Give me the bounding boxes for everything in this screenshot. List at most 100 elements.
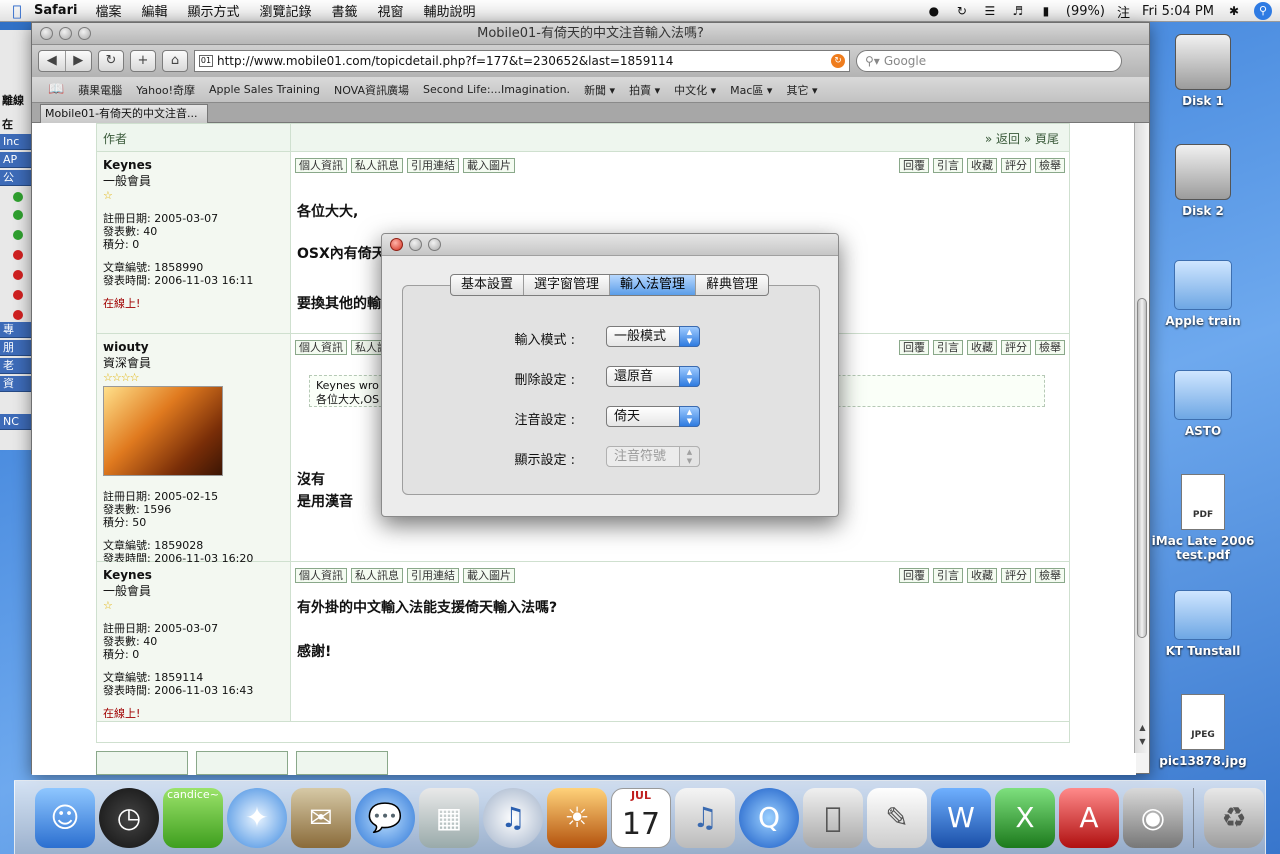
word-icon[interactable]: W (931, 787, 991, 848)
iphoto-icon[interactable]: ☀ (547, 787, 607, 848)
address-bar[interactable]: 01 http://www.mobile01.com/topicdetail.p… (194, 50, 850, 72)
profile-button[interactable]: 個人資訊 (295, 568, 347, 583)
avatar[interactable] (103, 386, 223, 476)
tab-dictionary[interactable]: 辭典管理 (696, 275, 768, 295)
menu-window[interactable]: 視窗 (378, 1, 404, 20)
close-button[interactable] (40, 27, 53, 40)
search-field[interactable]: ⚲▾ Google (856, 50, 1122, 72)
load-images-button[interactable]: 載入圖片 (463, 568, 515, 583)
mail-icon[interactable]: ✉ (291, 787, 351, 848)
reload-icon[interactable]: ↻ (98, 50, 124, 72)
report-button[interactable]: 檢舉 (1035, 568, 1065, 583)
reply-button[interactable]: 回覆 (899, 158, 929, 173)
vertical-scrollbar[interactable]: ▲ ▼ (1134, 123, 1149, 753)
add-bookmark-icon[interactable]: + (130, 50, 156, 72)
quote-button[interactable]: 引言 (933, 158, 963, 173)
bg-list-row[interactable]: 資 (0, 376, 34, 392)
spotlight-icon[interactable]: ⚲ (1254, 2, 1272, 20)
bookmark-menu[interactable]: 拍賣 ▾ (629, 82, 660, 98)
itunes-icon[interactable]: ♫ (483, 787, 543, 848)
post-username[interactable]: wiouty (103, 340, 284, 354)
bookmark-menu[interactable]: 新聞 ▾ (584, 82, 615, 98)
bookmark-item[interactable]: NOVA資訊廣場 (334, 82, 409, 98)
bg-list-row[interactable]: 老 (0, 358, 34, 374)
thread-nav-links[interactable]: » 返回 » 頁尾 (291, 124, 1069, 151)
menu-view[interactable]: 顯示方式 (187, 1, 239, 20)
desktop-icon-disk1[interactable]: Disk 1 (1148, 34, 1258, 108)
bg-list-row[interactable]: 專 (0, 322, 34, 338)
bookmark-menu[interactable]: Mac區 ▾ (730, 82, 772, 98)
im-client-icon[interactable]: candice~ (163, 787, 223, 848)
link-button[interactable]: 引用連結 (407, 568, 459, 583)
photo-booth-icon[interactable]: ◉ (1123, 787, 1183, 848)
input-method-icon[interactable]: 注 (1117, 2, 1130, 21)
apple-menu-icon[interactable]:  (0, 2, 34, 20)
remote-desktop-icon[interactable]: ▦ (419, 787, 479, 848)
ichat-icon[interactable]: 💬 (355, 787, 415, 848)
browser-tab[interactable]: Mobile01-有倚天的中文注音... (40, 104, 208, 123)
tab-candidate-window[interactable]: 選字窗管理 (524, 275, 611, 295)
dialog-close-button[interactable] (390, 238, 403, 251)
menu-app-name[interactable]: Safari (34, 3, 77, 18)
reply-button[interactable]: 回覆 (899, 568, 929, 583)
dialog-zoom-button[interactable] (428, 238, 441, 251)
excel-icon[interactable]: X (995, 787, 1055, 848)
bg-list-row[interactable]: 朋 (0, 340, 34, 356)
favorite-button[interactable]: 收藏 (967, 158, 997, 173)
dashboard-icon[interactable]: ◷ (99, 787, 159, 848)
delete-setting-select[interactable]: 還原音 ▲ ▼ (606, 366, 700, 387)
post-username[interactable]: Keynes (103, 158, 284, 172)
home-icon[interactable]: ⌂ (162, 50, 188, 72)
scrollbar-thumb[interactable] (1137, 298, 1147, 638)
desktop-icon-asto[interactable]: ASTO (1148, 364, 1258, 438)
bg-list-row[interactable]: NC (0, 414, 34, 430)
trash-icon[interactable]: ♻ (1204, 787, 1264, 848)
avatar-status-icon[interactable]: ● (926, 4, 942, 18)
wifi-icon[interactable]: ☰ (982, 4, 998, 18)
reply-topic-button[interactable] (296, 751, 388, 775)
post-username[interactable]: Keynes (103, 568, 284, 582)
bookmark-menu[interactable]: 其它 ▾ (786, 82, 817, 98)
favorite-button[interactable]: 收藏 (967, 568, 997, 583)
ical-icon[interactable]: JUL 17 (611, 787, 671, 848)
bg-list-row[interactable]: 公 (0, 170, 34, 186)
window-titlebar[interactable]: Mobile01-有倚天的中文注音輸入法嗎? (32, 23, 1149, 45)
sync-icon[interactable]: ↻ (954, 4, 970, 18)
dialog-minimize-button[interactable] (409, 238, 422, 251)
bookmark-item[interactable]: Apple Sales Training (209, 83, 320, 96)
zoom-button[interactable] (78, 27, 91, 40)
private-message-button[interactable]: 私人訊息 (351, 158, 403, 173)
quote-button[interactable]: 引言 (933, 340, 963, 355)
bookmark-item[interactable]: 蘋果電腦 (78, 82, 122, 98)
back-arrow-icon[interactable]: ◀ (39, 51, 66, 71)
menu-history[interactable]: 瀏覽記錄 (259, 1, 311, 20)
rate-button[interactable]: 評分 (1001, 340, 1031, 355)
tab-input-method[interactable]: 輸入法管理 (610, 275, 697, 295)
menu-file[interactable]: 檔案 (95, 1, 121, 20)
bg-list-row[interactable]: Inc (0, 134, 34, 150)
rate-button[interactable]: 評分 (1001, 568, 1031, 583)
acrobat-icon[interactable]: A (1059, 787, 1119, 848)
report-button[interactable]: 檢舉 (1035, 340, 1065, 355)
menu-bookmarks[interactable]: 書籤 (332, 1, 358, 20)
rate-button[interactable]: 評分 (1001, 158, 1031, 173)
menu-clock[interactable]: Fri 5:04 PM (1142, 4, 1214, 19)
volume-icon[interactable]: ♬ (1010, 4, 1026, 18)
desktop-icon-kt-tunstall[interactable]: KT Tunstall (1148, 584, 1258, 658)
quicktime-icon[interactable]: Q (739, 787, 799, 848)
input-mode-select[interactable]: 一般模式 ▲ ▼ (606, 326, 700, 347)
ipod-icon[interactable]: ♫ (675, 787, 735, 848)
bluetooth-icon[interactable]: ✱ (1226, 4, 1242, 18)
battery-percent[interactable]: (99%) (1066, 4, 1105, 19)
menu-edit[interactable]: 編輯 (141, 1, 167, 20)
address-url[interactable]: http://www.mobile01.com/topicdetail.php?… (217, 54, 831, 68)
profile-button[interactable]: 個人資訊 (295, 158, 347, 173)
safari-icon[interactable]: ✦ (227, 787, 287, 848)
bg-list-row[interactable]: AP (0, 152, 34, 168)
new-topic-button[interactable] (96, 751, 188, 775)
desktop-icon-disk2[interactable]: Disk 2 (1148, 144, 1258, 218)
profile-button[interactable]: 個人資訊 (295, 340, 347, 355)
tab-basic-settings[interactable]: 基本設置 (451, 275, 525, 295)
private-message-button[interactable]: 私人訊息 (351, 568, 403, 583)
desktop-icon-pdf[interactable]: PDF iMac Late 2006 test.pdf (1148, 474, 1258, 562)
